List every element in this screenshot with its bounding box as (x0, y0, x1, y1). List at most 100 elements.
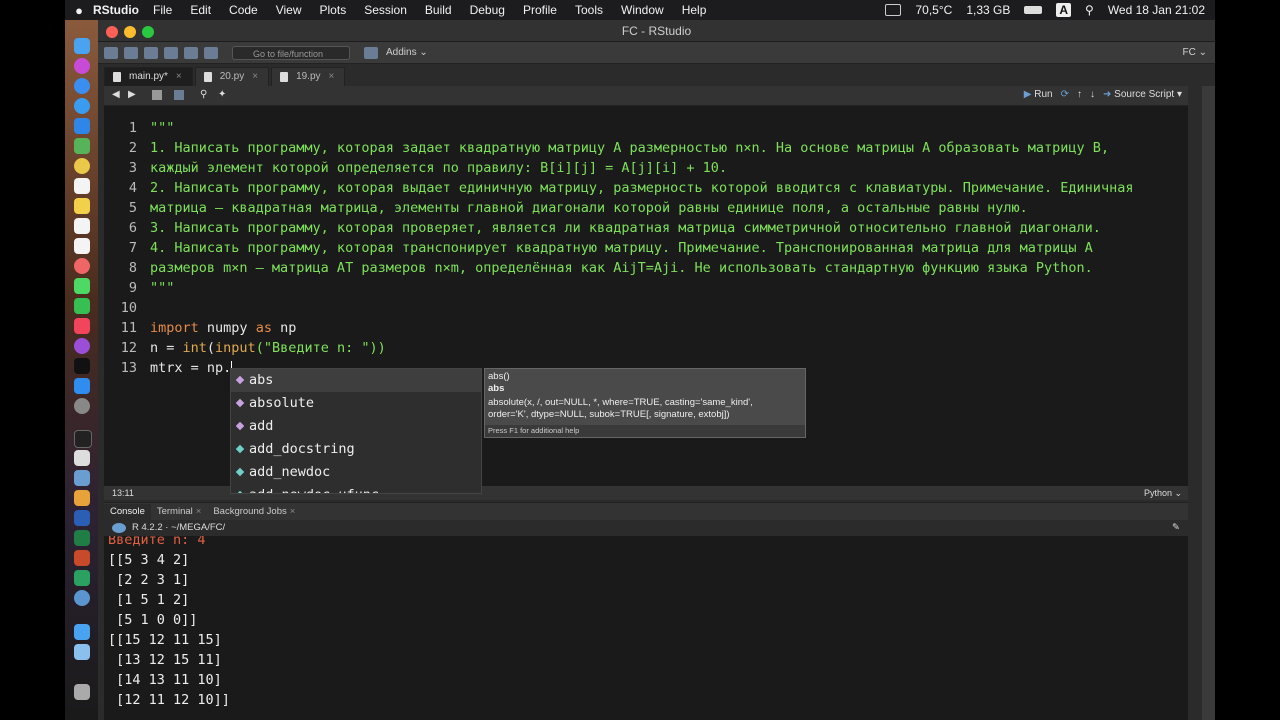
addins-menu[interactable]: Addins ⌄ (386, 47, 428, 58)
maps-icon[interactable] (74, 138, 90, 154)
apple-menu-icon[interactable]: ● (65, 3, 93, 18)
close-tab-icon[interactable]: × (290, 506, 296, 517)
tab-20-py[interactable]: 20.py × (194, 67, 270, 86)
launchpad-icon[interactable] (74, 58, 90, 74)
photos-app-icon[interactable] (74, 258, 90, 274)
input-source-indicator[interactable]: A (1056, 3, 1072, 17)
find-icon[interactable]: ⚲ (200, 89, 207, 100)
grid-icon[interactable] (364, 46, 378, 59)
rstudio-icon[interactable] (74, 590, 90, 606)
menu-help[interactable]: Help (682, 3, 707, 17)
reminders-icon[interactable] (74, 218, 90, 234)
autocomplete-list[interactable]: absabsoluteaddadd_docstringadd_newdocadd… (230, 368, 482, 494)
print-icon[interactable] (204, 46, 218, 59)
photos-icon[interactable] (74, 158, 90, 174)
down-arrow-icon[interactable]: ↓ (1090, 89, 1095, 100)
menu-code[interactable]: Code (229, 3, 258, 17)
mail-icon[interactable] (74, 118, 90, 134)
editor-scrollbar[interactable] (1188, 86, 1202, 486)
tray-app-icon[interactable] (885, 4, 902, 16)
source-arrow-icon: ➜ (1102, 89, 1112, 100)
show-in-window-icon[interactable] (152, 90, 162, 100)
tab-background-jobs[interactable]: Background Jobs × (207, 504, 301, 520)
source-script-button[interactable]: ➜ Source Script ▾ (1103, 89, 1182, 100)
notes-icon[interactable] (74, 198, 90, 214)
save-doc-icon[interactable] (174, 90, 184, 100)
menu-build[interactable]: Build (425, 3, 452, 17)
menu-session[interactable]: Session (364, 3, 407, 17)
powerpoint-icon[interactable] (74, 550, 90, 566)
tab-console[interactable]: Console (104, 504, 151, 520)
clear-console-icon[interactable]: ✎ (1172, 520, 1180, 536)
rerun-icon[interactable]: ⟳ (1061, 89, 1069, 100)
preview-icon[interactable] (74, 470, 90, 486)
menu-profile[interactable]: Profile (523, 3, 557, 17)
goto-file-input[interactable]: Go to file/function (232, 45, 350, 60)
menu-file[interactable]: File (153, 3, 172, 17)
close-tab-icon[interactable]: × (196, 506, 202, 517)
excel-icon[interactable] (74, 530, 90, 546)
tab-19-py[interactable]: 19.py × (271, 67, 346, 86)
safari-icon[interactable] (74, 78, 90, 94)
autocomplete-item[interactable]: add_newdoc_ufunc (231, 484, 481, 493)
activity-monitor-icon[interactable] (74, 450, 90, 466)
calendar-icon[interactable] (74, 178, 90, 194)
save-icon[interactable] (164, 46, 178, 59)
chrome-icon[interactable] (74, 98, 90, 114)
word-icon[interactable] (74, 510, 90, 526)
open-file-icon[interactable] (144, 46, 158, 59)
language-selector[interactable]: Python ⌄ (1144, 486, 1182, 500)
new-project-icon[interactable] (124, 46, 138, 59)
project-menu[interactable]: FC ⌄ (1183, 47, 1208, 58)
textedit-icon[interactable] (74, 490, 90, 506)
finder-icon[interactable] (74, 38, 90, 54)
app-menu[interactable]: RStudio (93, 3, 139, 17)
close-tab-icon[interactable]: × (176, 71, 182, 82)
search-icon[interactable]: ⚲ (1085, 3, 1094, 17)
menu-view[interactable]: View (276, 3, 302, 17)
temperature-readout[interactable]: 70,5°C (915, 3, 952, 17)
menu-plots[interactable]: Plots (320, 3, 347, 17)
menu-tools[interactable]: Tools (575, 3, 603, 17)
downloads-icon[interactable] (74, 624, 90, 640)
console-line: [12 11 12 10]] (108, 692, 230, 708)
menu-window[interactable]: Window (621, 3, 664, 17)
autocomplete-item[interactable]: add (231, 415, 481, 438)
up-arrow-icon[interactable]: ↑ (1077, 89, 1082, 100)
tooltip-signature: abs() (488, 371, 510, 382)
trash-icon[interactable] (74, 684, 90, 700)
run-button[interactable]: ▶ Run (1024, 89, 1053, 100)
menu-edit[interactable]: Edit (190, 3, 211, 17)
forward-icon[interactable]: ▶ (128, 89, 136, 100)
autocomplete-item[interactable]: add_newdoc (231, 461, 481, 484)
messages-icon[interactable] (74, 278, 90, 294)
system-settings-icon[interactable] (74, 398, 90, 414)
close-tab-icon[interactable]: × (329, 71, 335, 82)
pycharm-icon[interactable] (74, 570, 90, 586)
back-icon[interactable]: ◀ (112, 89, 120, 100)
music-icon[interactable] (74, 318, 90, 334)
python-file-icon (203, 72, 212, 82)
console-output[interactable]: Введите n: 4 [[5 3 4 2] [2 2 3 1] [1 5 1 … (104, 536, 1188, 720)
code-tools-icon[interactable]: ✦ (218, 89, 226, 100)
autocomplete-item[interactable]: abs (231, 369, 481, 392)
collapsed-right-pane[interactable] (1202, 86, 1215, 720)
terminal-icon[interactable] (74, 430, 92, 448)
facetime-icon[interactable] (74, 298, 90, 314)
battery-icon[interactable] (1024, 6, 1043, 14)
new-file-icon[interactable] (104, 46, 118, 59)
tab-main-py[interactable]: main.py* × (104, 67, 193, 86)
datetime[interactable]: Wed 18 Jan 21:02 (1108, 3, 1205, 17)
autocomplete-item[interactable]: add_docstring (231, 438, 481, 461)
tab-terminal[interactable]: Terminal × (151, 504, 207, 520)
tv-icon[interactable] (74, 358, 90, 374)
close-tab-icon[interactable]: × (252, 71, 258, 82)
autocomplete-item[interactable]: absolute (231, 392, 481, 415)
podcasts-icon[interactable] (74, 338, 90, 354)
menu-debug[interactable]: Debug (470, 3, 505, 17)
memory-readout[interactable]: 1,33 GB (966, 3, 1010, 17)
save-all-icon[interactable] (184, 46, 198, 59)
app-store-icon[interactable] (74, 378, 90, 394)
freeform-icon[interactable] (74, 238, 90, 254)
folder-icon[interactable] (74, 644, 90, 660)
